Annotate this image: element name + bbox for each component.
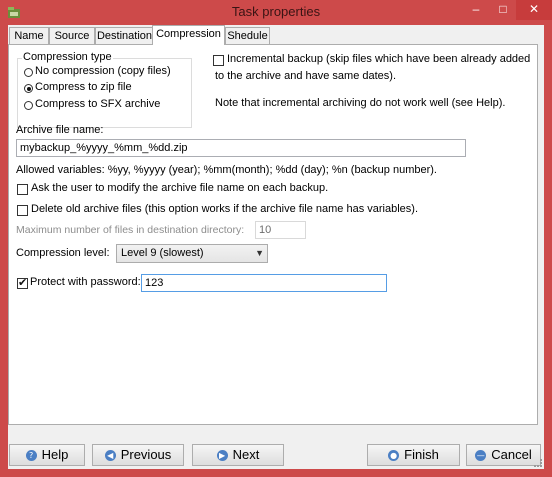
resize-grip[interactable]	[534, 459, 542, 467]
finish-icon: ●	[388, 450, 400, 461]
radio-compress-zip-label[interactable]: Compress to zip file	[35, 81, 132, 93]
protect-password-label[interactable]: Protect with password:	[30, 276, 141, 288]
compression-type-title: Compression type	[22, 51, 113, 63]
finish-button-label: Finish	[404, 447, 439, 462]
finish-button[interactable]: ● Finish	[367, 444, 460, 466]
delete-old-checkbox[interactable]	[17, 205, 28, 216]
incremental-backup-label-2: to the archive and have same dates).	[215, 70, 396, 82]
delete-old-label[interactable]: Delete old archive files (this option wo…	[31, 203, 418, 215]
protect-password-checkbox[interactable]	[17, 276, 28, 289]
minimize-button[interactable]: –	[462, 0, 490, 20]
ask-modify-checkbox[interactable]	[17, 184, 28, 195]
compression-level-value: Level 9 (slowest)	[121, 247, 204, 259]
chevron-down-icon: ▼	[255, 248, 264, 258]
radio-compress-zip[interactable]	[24, 84, 33, 93]
allowed-variables-text: Allowed variables: %yy, %yyyy (year); %m…	[16, 164, 437, 176]
next-button-label: Next	[232, 447, 260, 462]
archive-name-label: Archive file name:	[16, 124, 104, 136]
cancel-button-label: Cancel	[491, 447, 532, 462]
radio-compress-sfx[interactable]	[24, 101, 33, 110]
radio-no-compression[interactable]	[24, 68, 33, 77]
task-properties-window: Task properties – □ ✕ Name Source Destin…	[0, 0, 552, 477]
next-button[interactable]: ▶ Next	[192, 444, 284, 466]
incremental-backup-label-1[interactable]: Incremental backup (skip files which hav…	[227, 53, 530, 65]
tab-compression[interactable]: Compression	[152, 25, 225, 45]
max-files-input[interactable]: 10	[255, 221, 306, 239]
max-files-label: Maximum number of files in destination d…	[16, 224, 245, 236]
help-icon: ?	[25, 450, 37, 461]
tab-name[interactable]: Name	[9, 27, 49, 44]
arrow-right-icon: ▶	[216, 450, 228, 461]
tab-strip: Name Source Destination Compression Shed…	[8, 25, 544, 45]
archive-name-input[interactable]: mybackup_%yyyy_%mm_%dd.zip	[16, 139, 466, 157]
arrow-left-icon: ◀	[104, 450, 116, 461]
help-button[interactable]: ? Help	[9, 444, 85, 466]
cancel-button[interactable]: — Cancel	[466, 444, 541, 466]
incremental-backup-checkbox[interactable]	[213, 55, 224, 66]
ask-modify-label[interactable]: Ask the user to modify the archive file …	[31, 182, 328, 194]
title-bar[interactable]: Task properties – □ ✕	[0, 0, 552, 24]
compression-level-label: Compression level:	[16, 247, 110, 259]
incremental-note: Note that incremental archiving do not w…	[215, 97, 506, 109]
dialog-client-area: Name Source Destination Compression Shed…	[8, 25, 544, 469]
radio-no-compression-label[interactable]: No compression (copy files)	[35, 65, 171, 77]
maximize-button[interactable]: □	[490, 0, 516, 20]
tab-source[interactable]: Source	[49, 27, 95, 44]
cancel-icon: —	[475, 450, 487, 461]
close-button[interactable]: ✕	[516, 0, 552, 20]
help-button-label: Help	[41, 447, 69, 462]
password-input[interactable]: 123	[141, 274, 387, 292]
radio-compress-sfx-label[interactable]: Compress to SFX archive	[35, 98, 160, 110]
previous-button[interactable]: ◀ Previous	[92, 444, 184, 466]
tab-shedule[interactable]: Shedule	[225, 27, 270, 44]
compression-level-select[interactable]: Level 9 (slowest) ▼	[116, 244, 268, 263]
previous-button-label: Previous	[120, 447, 172, 462]
tab-destination[interactable]: Destination	[95, 27, 154, 44]
